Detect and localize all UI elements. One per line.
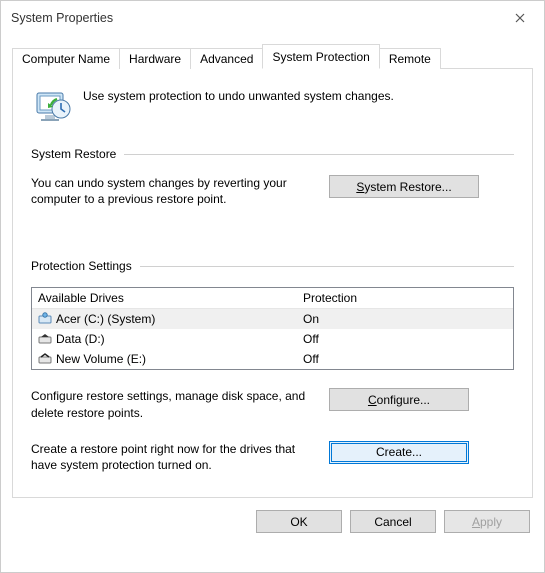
col-protection: Protection bbox=[303, 291, 507, 305]
intro-text: Use system protection to undo unwanted s… bbox=[83, 85, 394, 103]
protection-settings-heading: Protection Settings bbox=[31, 259, 132, 273]
drive-protection: Off bbox=[303, 352, 507, 366]
close-button[interactable] bbox=[497, 3, 542, 33]
dialog-footer: OK Cancel Apply bbox=[1, 498, 544, 547]
create-button[interactable]: Create... bbox=[329, 441, 469, 464]
drive-row[interactable]: New Volume (E:) Off bbox=[32, 349, 513, 369]
drive-protection: Off bbox=[303, 332, 507, 346]
drive-icon bbox=[38, 352, 52, 366]
tab-advanced[interactable]: Advanced bbox=[190, 48, 263, 69]
tab-remote[interactable]: Remote bbox=[379, 48, 441, 69]
drive-name: Data (D:) bbox=[56, 332, 105, 346]
configure-text: Configure restore settings, manage disk … bbox=[31, 388, 311, 420]
apply-button: Apply bbox=[444, 510, 530, 533]
divider bbox=[140, 266, 514, 267]
drive-name: Acer (C:) (System) bbox=[56, 312, 155, 326]
close-icon bbox=[515, 13, 525, 23]
system-restore-heading: System Restore bbox=[31, 147, 116, 161]
ok-button[interactable]: OK bbox=[256, 510, 342, 533]
drive-system-icon bbox=[38, 312, 52, 326]
tab-hardware[interactable]: Hardware bbox=[119, 48, 191, 69]
drives-list[interactable]: Available Drives Protection Acer (C:) (S… bbox=[31, 287, 514, 370]
configure-button[interactable]: Configure... bbox=[329, 388, 469, 411]
tab-computer-name[interactable]: Computer Name bbox=[12, 48, 120, 69]
title-bar: System Properties bbox=[1, 1, 544, 35]
system-restore-text: You can undo system changes by reverting… bbox=[31, 175, 311, 207]
col-available-drives: Available Drives bbox=[38, 291, 303, 305]
drive-name: New Volume (E:) bbox=[56, 352, 146, 366]
system-restore-button[interactable]: System Restore... bbox=[329, 175, 479, 198]
cancel-button[interactable]: Cancel bbox=[350, 510, 436, 533]
drive-row[interactable]: Acer (C:) (System) On bbox=[32, 309, 513, 329]
create-text: Create a restore point right now for the… bbox=[31, 441, 311, 473]
drives-header: Available Drives Protection bbox=[32, 288, 513, 309]
tab-panel: Use system protection to undo unwanted s… bbox=[12, 68, 533, 498]
drive-row[interactable]: Data (D:) Off bbox=[32, 329, 513, 349]
tab-strip: Computer Name Hardware Advanced System P… bbox=[12, 43, 533, 68]
drive-protection: On bbox=[303, 312, 507, 326]
divider bbox=[124, 154, 514, 155]
system-protection-icon bbox=[31, 85, 71, 125]
tab-system-protection[interactable]: System Protection bbox=[262, 44, 379, 69]
drive-icon bbox=[38, 332, 52, 346]
window-title: System Properties bbox=[11, 11, 113, 25]
